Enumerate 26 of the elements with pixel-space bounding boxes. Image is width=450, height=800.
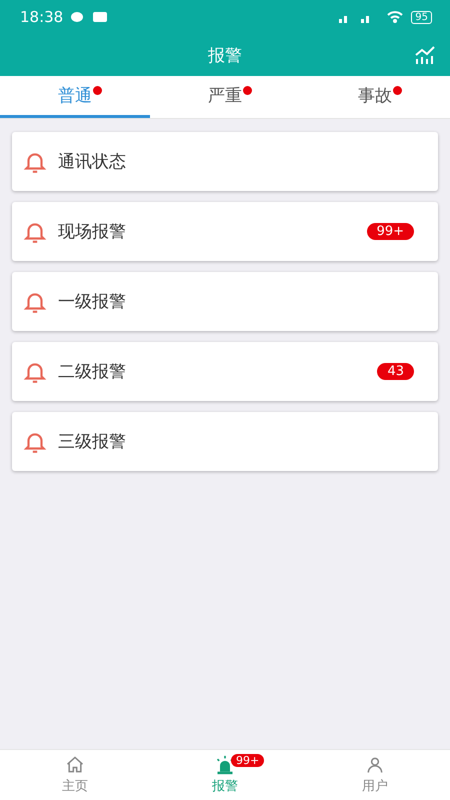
chart-icon[interactable] xyxy=(414,45,436,65)
page-title: 报警 xyxy=(208,44,242,66)
wifi-icon xyxy=(387,11,404,23)
alarm-card[interactable]: 现场报警 99+ xyxy=(12,202,438,261)
nav-label: 主页 xyxy=(62,778,88,795)
alarm-label: 通讯状态 xyxy=(58,151,127,173)
nav-label: 报警 xyxy=(212,778,238,795)
home-icon xyxy=(65,755,85,775)
alarm-card[interactable]: 通讯状态 xyxy=(12,132,438,191)
alarm-light-icon xyxy=(215,755,235,775)
alarm-label: 二级报警 xyxy=(58,361,127,383)
alarm-label: 一级报警 xyxy=(58,291,127,313)
count-badge: 99+ xyxy=(231,754,264,767)
alarm-label: 现场报警 xyxy=(58,221,127,243)
count-badge: 99+ xyxy=(366,223,414,240)
nav-label: 用户 xyxy=(362,778,388,795)
alarm-card[interactable]: 三级报警 xyxy=(12,412,438,471)
count-badge: 43 xyxy=(377,363,414,380)
alarm-card[interactable]: 二级报警 43 xyxy=(12,342,438,401)
chat-icon xyxy=(71,11,86,23)
battery-level: 95 xyxy=(411,10,432,24)
status-time: 18:38 xyxy=(20,8,64,26)
alarm-label: 三级报警 xyxy=(58,431,127,453)
alarm-card[interactable]: 一级报警 xyxy=(12,272,438,331)
message-icon xyxy=(93,11,108,23)
user-icon xyxy=(365,755,385,775)
